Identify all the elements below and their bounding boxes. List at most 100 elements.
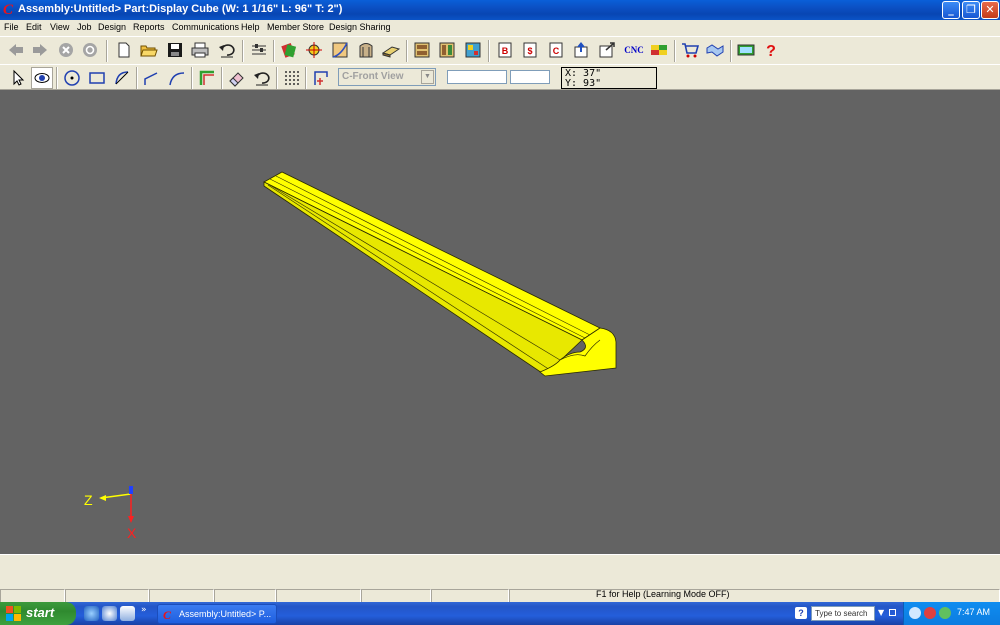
- coordinate-readout: X: 37" Y: 93": [561, 67, 657, 89]
- sync-icon[interactable]: [939, 607, 951, 619]
- undo-draw-icon[interactable]: [251, 67, 273, 89]
- cutlist-report-icon[interactable]: C: [545, 39, 567, 61]
- materials-icon[interactable]: [278, 39, 300, 61]
- undo-icon[interactable]: [216, 39, 238, 61]
- help-question-icon[interactable]: ?: [760, 39, 782, 61]
- circle-tool-icon[interactable]: [61, 67, 83, 89]
- status-panel: [0, 554, 1000, 588]
- save-icon[interactable]: [164, 39, 186, 61]
- viewport-canvas: Z X: [84, 171, 617, 541]
- start-button[interactable]: start: [0, 602, 76, 625]
- svg-text:C: C: [553, 46, 560, 56]
- view-select[interactable]: C-Front View ▼: [338, 68, 436, 86]
- toolbar-separator: [136, 67, 138, 89]
- toolbar-separator: [730, 40, 732, 62]
- search-dropdown-icon[interactable]: ▼: [878, 608, 884, 617]
- eraser-icon[interactable]: [226, 67, 248, 89]
- color-palette-icon[interactable]: [648, 39, 670, 61]
- toolbar-separator: [106, 40, 108, 62]
- refresh-icon[interactable]: [79, 39, 101, 61]
- curve-tool-icon[interactable]: [166, 67, 188, 89]
- adjust-icon[interactable]: [248, 39, 270, 61]
- help-status-text: F1 for Help (Learning Mode OFF): [596, 589, 730, 599]
- menu-edit[interactable]: Edit: [26, 22, 42, 32]
- toolbar-separator: [221, 67, 223, 89]
- cnc-icon[interactable]: CNC: [621, 39, 647, 61]
- corner-tool-icon[interactable]: [196, 67, 218, 89]
- stop-icon[interactable]: [55, 39, 77, 61]
- taskbar: start » C Assembly:Untitled> P... ? Type…: [0, 602, 1000, 625]
- print-icon[interactable]: [189, 39, 211, 61]
- grid-icon[interactable]: [281, 67, 303, 89]
- svg-text:?: ?: [766, 43, 776, 59]
- menu-view[interactable]: View: [50, 22, 69, 32]
- toolbar-toggle-icon[interactable]: [889, 609, 896, 616]
- menu-job[interactable]: Job: [77, 22, 92, 32]
- quicklaunch-more-icon[interactable]: »: [141, 605, 147, 615]
- arc-tool-icon[interactable]: [111, 67, 133, 89]
- media-icon[interactable]: [102, 606, 117, 621]
- upload-icon[interactable]: [570, 39, 592, 61]
- bid-report-icon[interactable]: B: [494, 39, 516, 61]
- status-cell: [361, 589, 431, 602]
- line-tool-icon[interactable]: [141, 67, 163, 89]
- eye-view-icon[interactable]: [31, 67, 53, 89]
- help-tray-icon[interactable]: ?: [795, 607, 807, 619]
- main-toolbar: B $ C CNC ?: [0, 36, 1000, 64]
- new-document-icon[interactable]: [113, 39, 135, 61]
- value-input-2[interactable]: [510, 70, 550, 84]
- window-title: Assembly:Untitled> Part:Display Cube (W:…: [18, 3, 343, 15]
- back-arrow-icon[interactable]: [5, 39, 27, 61]
- task-assembly[interactable]: C Assembly:Untitled> P...: [157, 604, 277, 624]
- app-logo-icon: C: [3, 2, 14, 18]
- toolbar-separator: [305, 67, 307, 89]
- search-input[interactable]: Type to search: [811, 606, 875, 621]
- molding-part[interactable]: [263, 171, 617, 377]
- start-label: start: [26, 605, 55, 620]
- handshake-icon[interactable]: [704, 39, 726, 61]
- clock[interactable]: 7:47 AM: [957, 607, 990, 617]
- status-cell: [276, 589, 361, 602]
- rectangle-tool-icon[interactable]: [86, 67, 108, 89]
- maximize-button[interactable]: ❐: [962, 1, 980, 19]
- shopping-cart-icon[interactable]: [679, 39, 701, 61]
- door-icon[interactable]: [355, 39, 377, 61]
- status-cell: [214, 589, 276, 602]
- cost-report-icon[interactable]: $: [519, 39, 541, 61]
- ie-icon[interactable]: [84, 606, 99, 621]
- toolbar-separator: [56, 67, 58, 89]
- network-icon[interactable]: [909, 607, 921, 619]
- task-label: Assembly:Untitled> P...: [179, 609, 272, 619]
- menu-reports[interactable]: Reports: [133, 22, 165, 32]
- 3d-viewport[interactable]: Z X: [0, 90, 1000, 554]
- security-icon[interactable]: [924, 607, 936, 619]
- menu-design[interactable]: Design: [98, 22, 126, 32]
- panel-icon[interactable]: [380, 39, 402, 61]
- video-icon[interactable]: [735, 39, 757, 61]
- export-icon[interactable]: [596, 39, 618, 61]
- open-folder-icon[interactable]: [138, 39, 160, 61]
- value-input-1[interactable]: [447, 70, 507, 84]
- close-button[interactable]: ✕: [981, 1, 999, 19]
- snap-tool-icon[interactable]: [310, 67, 332, 89]
- menu-member-store[interactable]: Member Store: [267, 22, 324, 32]
- menu-help[interactable]: Help: [241, 22, 260, 32]
- status-bar: F1 for Help (Learning Mode OFF): [0, 588, 1000, 602]
- cabinet-icon[interactable]: [411, 39, 433, 61]
- profile-icon[interactable]: [329, 39, 351, 61]
- desktop-icon[interactable]: [120, 606, 135, 621]
- minimize-button[interactable]: _: [942, 1, 960, 19]
- menu-communications[interactable]: Communications: [172, 22, 239, 32]
- drawing-toolbar: C-Front View ▼ X: 37" Y: 93": [0, 64, 1000, 90]
- dimension-icon[interactable]: [303, 39, 325, 61]
- toolbar-separator: [406, 40, 408, 62]
- cabinet-list-icon[interactable]: [436, 39, 458, 61]
- system-tray: 7:47 AM: [903, 602, 1000, 625]
- layout-icon[interactable]: [462, 39, 484, 61]
- forward-arrow-icon[interactable]: [29, 39, 51, 61]
- menu-file[interactable]: File: [4, 22, 19, 32]
- menu-design-sharing[interactable]: Design Sharing: [329, 22, 391, 32]
- chevron-down-icon[interactable]: ▼: [421, 70, 434, 84]
- title-bar[interactable]: C Assembly:Untitled> Part:Display Cube (…: [0, 0, 1000, 20]
- select-arrow-icon[interactable]: [7, 67, 29, 89]
